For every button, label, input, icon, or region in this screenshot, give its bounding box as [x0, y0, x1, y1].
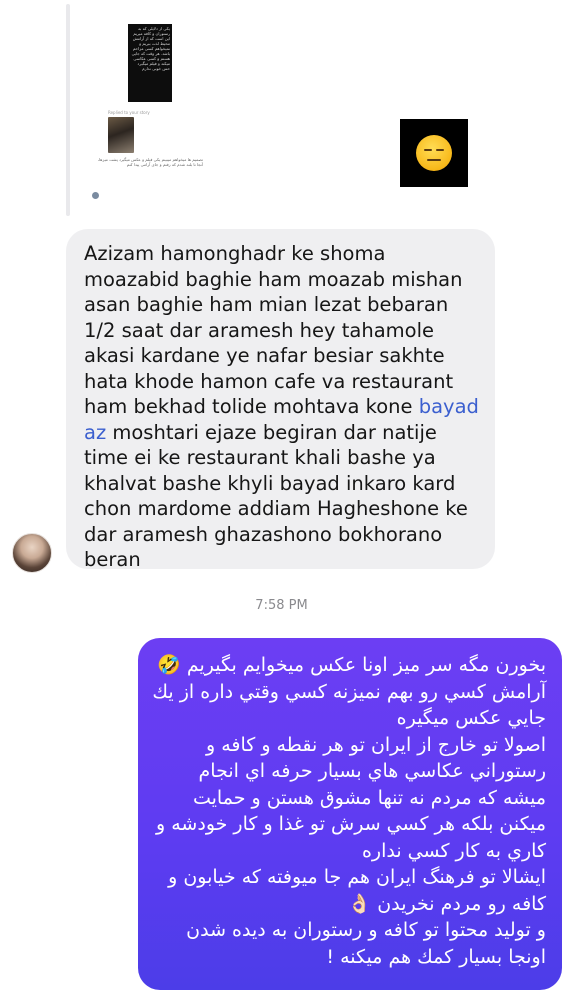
story-post-text: تصمیم ها میخواهم میبینم یکی فیلم و عکس م… — [97, 157, 203, 167]
story-preview[interactable]: یکی از دلایلی که به رستوران و کافه میریم… — [128, 24, 172, 102]
story-text: یکی از دلایلی که به رستوران و کافه میریم… — [131, 26, 170, 71]
outgoing-line-2: آرامش کسي رو بهم نميزنه کسي وقتي داره از… — [152, 680, 546, 730]
sender-avatar[interactable] — [12, 533, 52, 573]
neutral-face-emoji-icon — [416, 135, 452, 171]
outgoing-line-3: اصولا تو خارج از ايران تو هر نقطه و كافه… — [156, 733, 546, 862]
outgoing-line-4: ايشالا تو فرهنگ ايران هم جا ميوفته كه خي… — [168, 866, 546, 915]
outgoing-line-5: و توليد محتوا تو كافه و رستوران به ديده … — [186, 919, 546, 968]
story-caption: Replied to your story — [108, 110, 150, 115]
message-timestamp: 7:58 PM — [255, 598, 308, 613]
story-author-avatar — [92, 192, 99, 199]
outgoing-line-1: بخورن مگه سر میز اونا عکس میخوایم بگیریم… — [157, 654, 546, 676]
message-text-continued: moshtari ejaze begiran dar natije time e… — [84, 420, 468, 572]
story-photo[interactable] — [108, 117, 134, 153]
incoming-message-bubble[interactable]: Azizam hamonghadr ke shoma moazabid bagh… — [66, 229, 495, 572]
message-text: Azizam hamonghadr ke shoma moazabid bagh… — [84, 242, 463, 418]
outgoing-message-bubble[interactable]: بخورن مگه سر میز اونا عکس میخوایم بگیریم… — [138, 638, 562, 990]
reply-indicator-bar — [66, 4, 70, 216]
emoji-reaction-tile[interactable] — [400, 119, 468, 187]
